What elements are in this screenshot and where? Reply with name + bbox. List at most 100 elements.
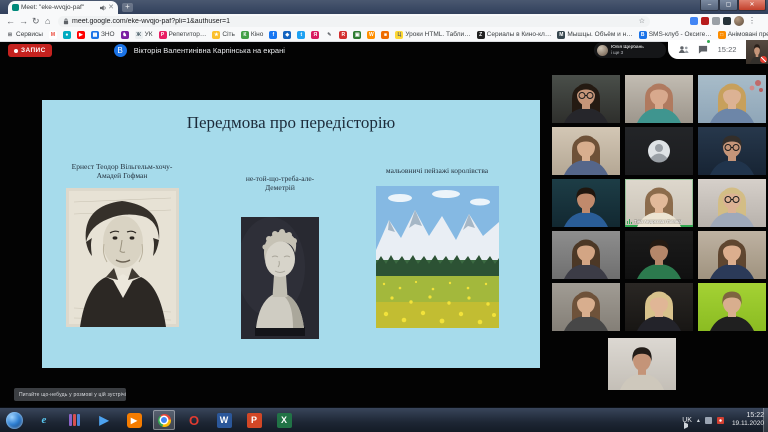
participants-overflow-pill[interactable]: Юлія Щербань і ще 3: [594, 42, 666, 58]
bookmark-star-icon[interactable]: ☆: [639, 17, 645, 25]
new-tab-button[interactable]: +: [122, 3, 133, 12]
browser-menu-icon[interactable]: ⋮: [748, 15, 756, 27]
extension-icon[interactable]: [712, 17, 720, 25]
taskbar-app-chrome[interactable]: [153, 410, 175, 430]
bookmark-item[interactable]: ЖУК: [135, 31, 153, 39]
antivirus-tray-icon[interactable]: [717, 417, 724, 424]
participants-more-label: і ще 3: [611, 50, 644, 55]
hoffmann-engraving-portrait: [66, 188, 179, 327]
home-icon[interactable]: ⌂: [45, 15, 50, 27]
tab-audio-icon[interactable]: [100, 5, 106, 11]
active-speaker-label: Тіна Андрєєва (Ліляна): [627, 219, 691, 224]
taskbar-app-winrar[interactable]: [63, 410, 85, 430]
desktop: Meet: "eke-wvqjo-paf" ✕ + – ▢ ✕ ← → ↻ ⌂ …: [0, 0, 768, 432]
bookmark-favicon: Я: [311, 31, 319, 39]
bookmark-favicon: t: [297, 31, 305, 39]
lock-icon: [63, 18, 69, 25]
word-icon: W: [217, 413, 232, 428]
bookmark-item[interactable]: t: [297, 31, 305, 39]
bookmark-item[interactable]: ЦУроки HTML. Табли…: [395, 31, 470, 39]
tray-chevron-icon[interactable]: ▴: [697, 417, 700, 424]
chat-icon[interactable]: [698, 45, 708, 54]
participant-tile[interactable]: [698, 231, 766, 279]
bookmark-item[interactable]: ●: [63, 31, 71, 39]
reload-icon[interactable]: ↻: [32, 15, 40, 27]
participant-tile[interactable]: [698, 75, 766, 123]
browser-tab[interactable]: Meet: "eke-wvqjo-paf" ✕: [8, 1, 118, 14]
bookmark-item[interactable]: ▦ЗНО: [91, 31, 115, 39]
participant-tile[interactable]: [625, 127, 693, 175]
participant-tile[interactable]: Тіна Андрєєва (Ліляна): [625, 179, 693, 227]
back-icon[interactable]: ←: [6, 15, 15, 27]
participant-tile[interactable]: [625, 75, 693, 123]
participant-tile[interactable]: [625, 231, 693, 279]
bookmark-favicon: M: [49, 31, 57, 39]
extension-icon[interactable]: [701, 17, 709, 25]
taskbar-app-opera[interactable]: O: [183, 410, 205, 430]
participant-tile[interactable]: [552, 75, 620, 123]
taskbar-clock[interactable]: 15:22 19.11.2020: [732, 412, 764, 428]
bookmarks-bar: ⊞Сервисы M ● ▶ ▦ЗНО ♞ ЖУК РРепетитор… ★Сіть ККіно…: [0, 28, 768, 42]
participant-tile[interactable]: [698, 179, 766, 227]
address-bar[interactable]: meet.google.com/eke-wvqjo-paf?pli=1&auth…: [58, 16, 650, 27]
self-view-tile[interactable]: [746, 40, 768, 64]
tray-icon[interactable]: [705, 417, 712, 424]
taskbar-app-powerpoint[interactable]: P: [243, 410, 265, 430]
bookmark-item[interactable]: ММышцы. Объём и н…: [557, 31, 632, 39]
bookmark-item[interactable]: ▶: [77, 31, 85, 39]
taskbar-app-media-player[interactable]: ▶: [93, 410, 115, 430]
bookmark-item[interactable]: ◆: [283, 31, 291, 39]
bookmark-label: Сериалы в Кино-кл…: [487, 31, 552, 38]
bookmark-item[interactable]: РРепетитор…: [159, 31, 207, 39]
bookmark-item[interactable]: Я: [311, 31, 319, 39]
window-close-button[interactable]: ✕: [738, 0, 766, 11]
participant-tile[interactable]: [552, 179, 620, 227]
participant-tile[interactable]: [552, 283, 620, 331]
presented-slide: Передмова про передісторію Ернест Теодор…: [42, 100, 540, 368]
window-minimize-button[interactable]: –: [700, 0, 719, 11]
bookmark-item[interactable]: ✎: [325, 31, 333, 39]
bookmark-item[interactable]: ZСериалы в Кино-кл…: [477, 31, 552, 39]
bookmark-item[interactable]: BSMS-клуб - Оксиге…: [639, 31, 712, 39]
taskbar-app-internet-explorer[interactable]: e: [33, 410, 55, 430]
taskbar-app-word[interactable]: W: [213, 410, 235, 430]
extension-icon[interactable]: [723, 17, 731, 25]
bookmark-item[interactable]: ▣: [353, 31, 361, 39]
bookmark-item[interactable]: M: [49, 31, 57, 39]
figure-caption: Ернест Теодор Вільгельм-хочу-Амадей Гофм…: [60, 162, 184, 181]
bookmark-item[interactable]: f: [269, 31, 277, 39]
people-icon[interactable]: [678, 45, 689, 54]
bookmark-label: Уроки HTML. Табли…: [405, 31, 470, 38]
bookmark-item[interactable]: ККіно: [241, 31, 263, 39]
volume-icon[interactable]: [684, 422, 688, 429]
tab-title: Meet: "eke-wvqjo-paf": [21, 4, 98, 11]
bookmark-favicon: ✎: [325, 31, 333, 39]
extension-icon[interactable]: [690, 17, 698, 25]
bookmark-favicon: К: [241, 31, 249, 39]
participant-tile[interactable]: [698, 127, 766, 175]
show-desktop-button[interactable]: [763, 408, 768, 432]
participant-tile[interactable]: [552, 231, 620, 279]
profile-avatar[interactable]: [734, 16, 744, 26]
forward-icon[interactable]: →: [19, 15, 28, 27]
meeting-details-pill[interactable]: Питайте що-небудь у розмові у цій зустрі…: [14, 388, 126, 401]
bookmark-favicon: ▶: [77, 31, 85, 39]
bookmark-item[interactable]: ⊞Сервисы: [6, 31, 43, 39]
bookmark-item[interactable]: W: [367, 31, 375, 39]
bookmark-item[interactable]: □Анімовані презен…: [718, 31, 768, 39]
tab-close-icon[interactable]: ✕: [108, 4, 114, 11]
taskbar-app-potplayer[interactable]: ▶: [123, 410, 145, 430]
bookmark-item[interactable]: ★Сіть: [212, 31, 235, 39]
bookmark-item[interactable]: R: [339, 31, 347, 39]
window-maximize-button[interactable]: ▢: [719, 0, 738, 11]
bookmark-item[interactable]: ♞: [121, 31, 129, 39]
taskbar-app-start[interactable]: [3, 410, 25, 430]
participant-tile[interactable]: [625, 283, 693, 331]
participant-tile-large[interactable]: [608, 338, 676, 390]
participant-tile[interactable]: [698, 283, 766, 331]
participant-tile[interactable]: [552, 127, 620, 175]
start-button-icon: [6, 412, 23, 429]
opera-icon: O: [187, 413, 202, 428]
taskbar-app-excel[interactable]: X: [273, 410, 295, 430]
bookmark-item[interactable]: ■: [381, 31, 389, 39]
